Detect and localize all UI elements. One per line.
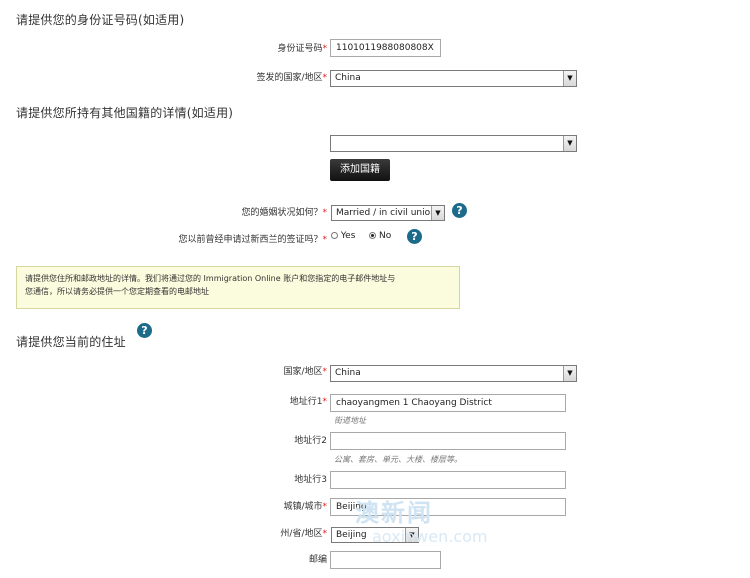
required-mark: * (322, 235, 328, 245)
id-card-value: 1101011988080808X (336, 43, 434, 53)
required-mark: * (322, 367, 328, 377)
required-mark: * (322, 397, 328, 407)
prior-visa-options: Yes No (331, 231, 391, 241)
issuing-country-select[interactable]: China ▼ (330, 70, 577, 87)
address-line2-input[interactable] (330, 432, 566, 450)
watermark-logo: 澳新闻 (355, 499, 433, 527)
address-line1-hint: 街道地址 (334, 416, 366, 425)
info-box-line-2: 您通信，所以请务必提供一个您定期查看的电邮地址 (25, 287, 209, 296)
address-line1-label: 地址行1* (289, 397, 328, 407)
prior-visa-yes-radio[interactable] (331, 232, 338, 239)
address-line2-hint: 公寓、套房、单元、大楼、楼层等。 (334, 455, 462, 464)
prior-visa-label: 您以前曾经申请过新西兰的签证吗？* (178, 235, 328, 245)
postcode-label: 邮编 (308, 555, 327, 565)
required-mark: * (322, 529, 328, 539)
issuing-country-label: 签发的国家/地区* (256, 73, 328, 83)
prior-visa-no-radio[interactable] (369, 232, 377, 239)
city-label: 城镇/城市* (283, 502, 328, 512)
state-label: 州/省/地区* (280, 529, 328, 539)
prior-visa-no-label[interactable]: No (379, 231, 391, 241)
info-box-line-1: 请提供您住所和邮政地址的详情。我们将通过您的 Immigration Onlin… (25, 274, 396, 283)
nationality-select[interactable]: ▼ (330, 135, 577, 152)
prior-visa-yes-label[interactable]: Yes (341, 231, 356, 241)
issuing-country-value: China (335, 73, 361, 83)
dropdown-arrow-icon: ▼ (431, 206, 444, 220)
address-line1-input[interactable]: chaoyangmen 1 Chaoyang District (330, 394, 566, 412)
address-line3-input[interactable] (330, 471, 566, 489)
address-country-select[interactable]: China ▼ (330, 365, 577, 382)
id-card-input[interactable]: 1101011988080808X (330, 39, 441, 57)
help-icon[interactable]: ? (137, 323, 152, 338)
required-mark: * (322, 502, 328, 512)
address-line1-value: chaoyangmen 1 Chaoyang District (336, 398, 492, 408)
required-mark: * (322, 208, 328, 218)
help-icon[interactable]: ? (452, 203, 467, 218)
id-card-label: 身份证号码* (277, 44, 328, 54)
add-nationality-button[interactable]: 添加国籍 (330, 159, 390, 181)
marital-status-select[interactable]: Married / in civil union ▼ (331, 205, 445, 221)
address-section-title: 请提供您当前的住址 (16, 335, 126, 349)
address-line2-label: 地址行2 (294, 436, 327, 446)
watermark-url: aoxinwen.com (372, 527, 488, 546)
required-mark: * (322, 44, 328, 54)
marital-status-label: 您的婚姻状况如何？* (241, 208, 328, 218)
dropdown-arrow-icon: ▼ (563, 366, 576, 381)
id-section-title: 请提供您的身份证号码(如适用) (16, 13, 185, 27)
address-info-box: 请提供您住所和邮政地址的详情。我们将通过您的 Immigration Onlin… (16, 266, 460, 309)
required-mark: * (322, 73, 328, 83)
address-country-label: 国家/地区* (283, 367, 328, 377)
dropdown-arrow-icon: ▼ (563, 136, 576, 151)
address-line3-label: 地址行3 (294, 475, 327, 485)
address-country-value: China (335, 368, 361, 378)
state-value: Beijing (336, 530, 367, 540)
marital-status-value: Married / in civil union (336, 208, 436, 218)
dropdown-arrow-icon: ▼ (563, 71, 576, 86)
nationality-section-title: 请提供您所持有其他国籍的详情(如适用) (16, 106, 234, 120)
help-icon[interactable]: ? (407, 229, 422, 244)
postcode-input[interactable] (330, 551, 441, 569)
